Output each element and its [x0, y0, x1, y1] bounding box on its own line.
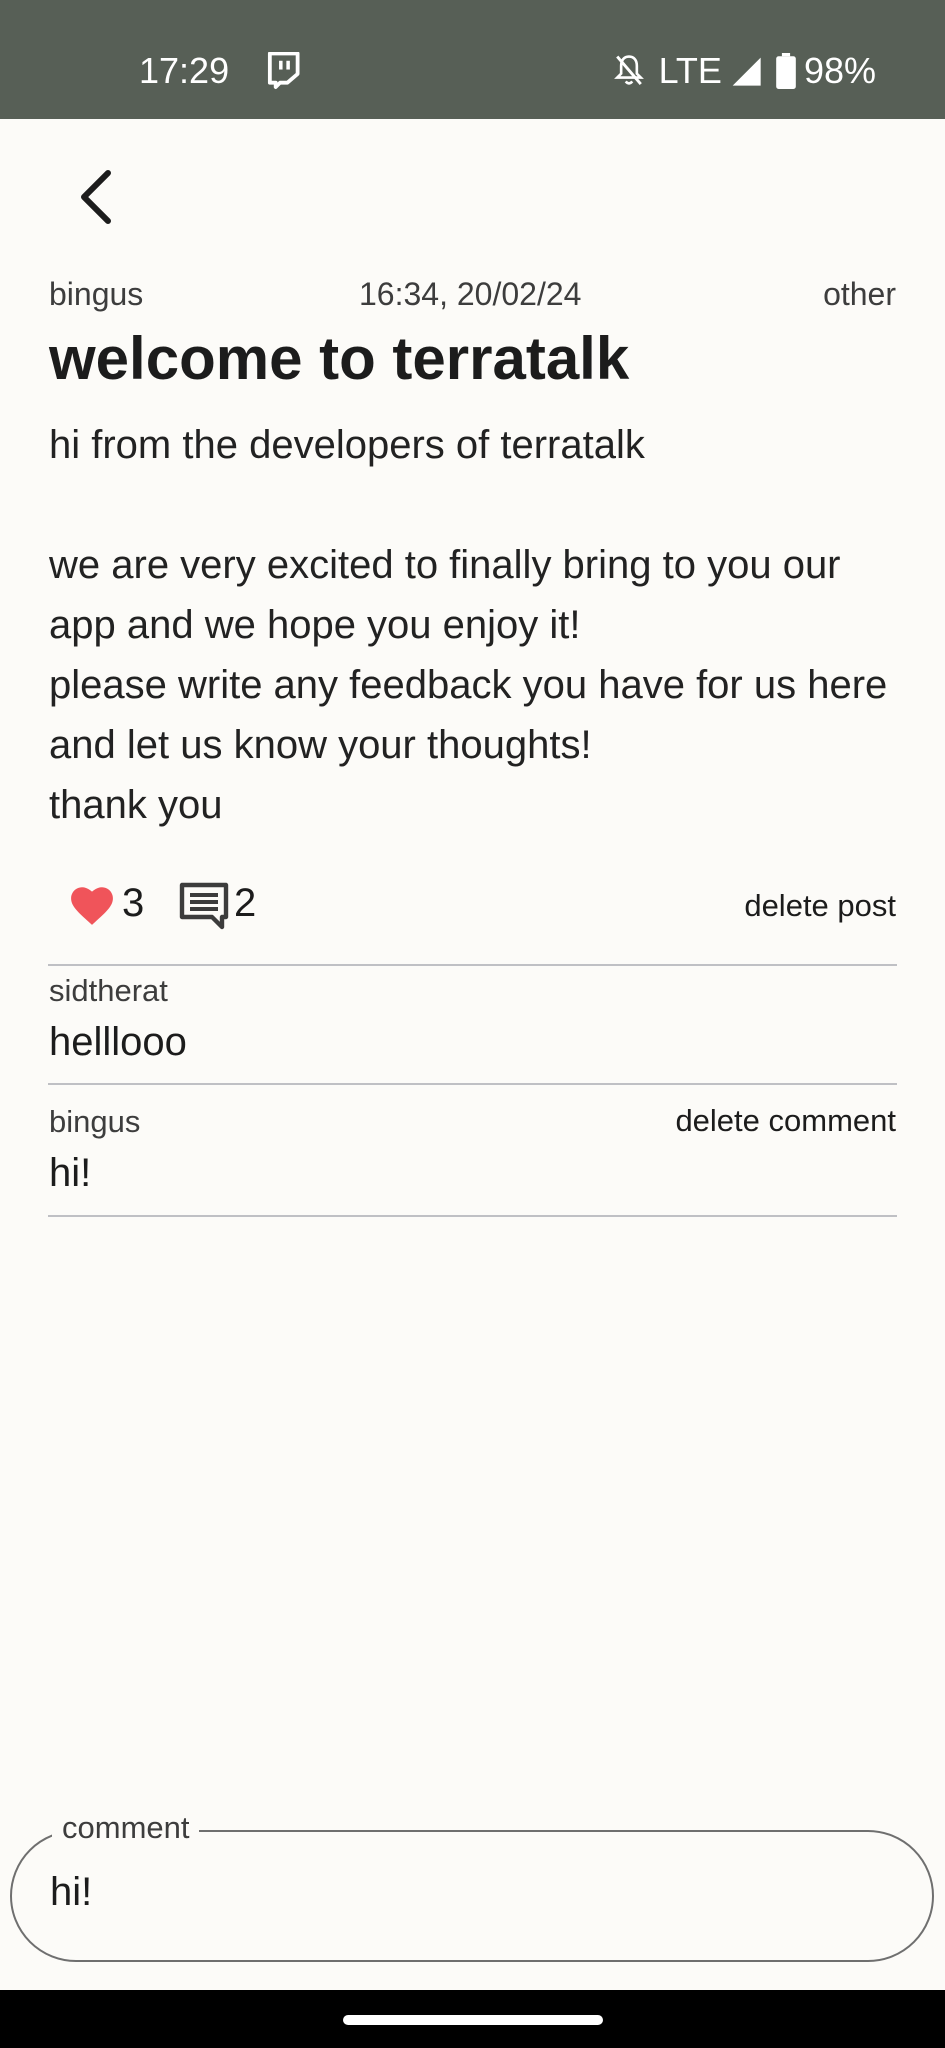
twitch-icon: [267, 52, 300, 89]
signal-icon: [732, 57, 761, 86]
comment-author[interactable]: bingus: [49, 1104, 140, 1140]
like-count: 3: [122, 881, 145, 925]
notifications-off-icon: [613, 55, 644, 86]
post-body: hi from the developers of terratalk we a…: [49, 423, 888, 827]
heart-icon[interactable]: [66, 881, 118, 927]
status-indicators: LTE 98%: [613, 50, 876, 92]
status-bar: 17:29 LTE 98%: [0, 0, 945, 119]
battery-icon: [776, 53, 796, 89]
status-time: 17:29: [139, 50, 230, 91]
home-gesture-handle[interactable]: [343, 2015, 603, 2025]
divider: [48, 964, 897, 966]
post-timestamp: 16:34, 20/02/24: [359, 276, 582, 312]
post-title: welcome to terratalk: [49, 325, 630, 392]
back-arrow-icon[interactable]: [70, 165, 124, 229]
comment-input-container[interactable]: comment: [10, 1810, 934, 1962]
battery-percent: 98%: [803, 50, 876, 91]
post-author[interactable]: bingus: [49, 276, 143, 313]
delete-comment-button[interactable]: delete comment: [675, 1103, 896, 1139]
comment-count: 2: [234, 881, 257, 925]
delete-post-button[interactable]: delete post: [744, 888, 896, 924]
divider: [48, 1083, 897, 1085]
comment-author[interactable]: sidtherat: [49, 973, 168, 1009]
divider: [48, 1215, 897, 1217]
post-category: other: [823, 276, 896, 312]
comment-input-label: comment: [52, 1810, 200, 1846]
comment-input[interactable]: [50, 1862, 890, 1922]
comment-text: helllooo: [49, 1020, 187, 1064]
comment-text: hi!: [49, 1151, 92, 1195]
comment-icon: [179, 882, 229, 930]
network-type: LTE: [658, 50, 722, 91]
